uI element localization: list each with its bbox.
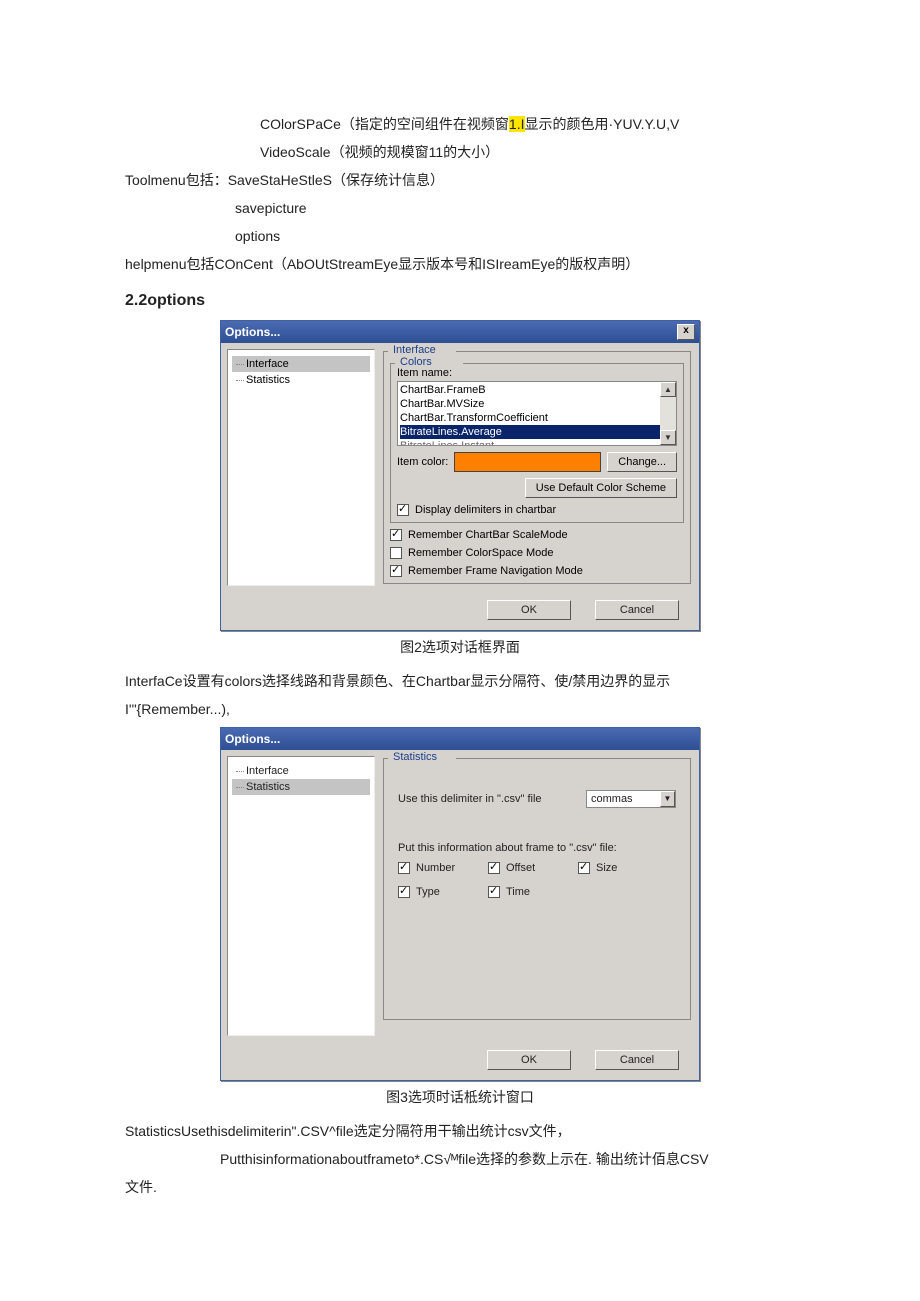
scrollbar[interactable]: ▲ ▼ (660, 382, 676, 445)
checkbox-label: Display delimiters in chartbar (415, 504, 556, 516)
checkbox-number[interactable] (398, 862, 410, 874)
highlight: 1.I (509, 116, 525, 132)
checkbox-label: Remember Frame Navigation Mode (408, 565, 583, 577)
list-item-selected[interactable]: BitrateLines.Average (400, 425, 676, 439)
dialog-titlebar[interactable]: Options... (221, 728, 699, 750)
label-put-info: Put this information about frame to ".cs… (398, 842, 676, 854)
group-legend-interface: Interface (390, 344, 439, 356)
group-legend-statistics: Statistics (390, 751, 440, 763)
label-csv-delimiter: Use this delimiter in ".csv" file (398, 793, 542, 805)
list-item[interactable]: ChartBar.TransformCoefficient (400, 411, 676, 425)
cancel-button[interactable]: Cancel (595, 1050, 679, 1070)
checkbox-label: Number (416, 862, 455, 874)
interface-pane: Interface Colors Item name: ChartBar.Fra… (381, 349, 693, 586)
close-button[interactable]: x (677, 324, 695, 340)
figure-caption: 图3选项时话柢统计窗口 (125, 1087, 795, 1107)
checkbox-type[interactable] (398, 886, 410, 898)
section-heading: 2.2options (125, 292, 795, 310)
tree-node-interface[interactable]: Interface (232, 763, 370, 779)
text-line: savepicture (125, 194, 795, 222)
color-swatch (454, 452, 601, 472)
options-tree[interactable]: Interface Statistics (227, 349, 375, 586)
list-item[interactable]: BitrateLines.Instant (400, 439, 676, 446)
text: COlorSPaCe（指定的空间组件在视频窗 (260, 116, 509, 132)
scroll-down-button[interactable]: ▼ (660, 430, 676, 445)
text-line: InterfaCe设置有colors选择线路和背景颜色、在Chartbar显示分… (125, 667, 795, 695)
ok-button[interactable]: OK (487, 1050, 571, 1070)
list-item[interactable]: ChartBar.MVSize (400, 397, 676, 411)
document-page: COlorSPaCe（指定的空间组件在视频窗1.I显示的颜色用·YUV.Y.U,… (0, 0, 920, 1281)
cancel-button[interactable]: Cancel (595, 600, 679, 620)
text-line: StatisticsUsethisdelimiterin".CSV^file选定… (125, 1117, 795, 1145)
text: 显示的颜色用·YUV.Y.U,V (525, 116, 680, 132)
figure-caption: 图2选项对话框界面 (125, 637, 795, 657)
default-color-button[interactable]: Use Default Color Scheme (525, 478, 677, 498)
text-line: COlorSPaCe（指定的空间组件在视频窗1.I显示的颜色用·YUV.Y.U,… (125, 110, 795, 138)
dialog-title: Options... (225, 732, 280, 746)
tree-node-statistics[interactable]: Statistics (232, 372, 370, 388)
text-line: VideoScale（视频的规模窗11的大小） (125, 138, 795, 166)
checkbox-offset[interactable] (488, 862, 500, 874)
scroll-up-button[interactable]: ▲ (660, 382, 676, 397)
checkbox-remember-colorspace[interactable] (390, 547, 402, 559)
text-line: I'"{Remember...), (125, 695, 795, 723)
checkbox-time[interactable] (488, 886, 500, 898)
delimiter-combobox[interactable]: commas ▼ (586, 790, 676, 808)
label-item-color: Item color: (397, 456, 448, 468)
dialog-titlebar[interactable]: Options... x (221, 321, 699, 343)
label-item-name: Item name: (397, 367, 677, 379)
dialog-title: Options... (225, 325, 280, 339)
options-tree[interactable]: Interface Statistics (227, 756, 375, 1036)
change-color-button[interactable]: Change... (607, 452, 677, 472)
text-line: options (125, 222, 795, 250)
statistics-pane: Statistics Use this delimiter in ".csv" … (381, 756, 693, 1036)
list-item[interactable]: ChartBar.FrameB (400, 383, 676, 397)
checkbox-size[interactable] (578, 862, 590, 874)
options-dialog-statistics: Options... Interface Statistics Statisti… (220, 727, 700, 1081)
checkbox-display-delimiters[interactable] (397, 504, 409, 516)
checkbox-label: Type (416, 886, 440, 898)
checkbox-label: Time (506, 886, 530, 898)
checkbox-label: Remember ColorSpace Mode (408, 547, 554, 559)
text-line: helpmenu包括COnCent（AbOUtStreamEye显示版本号和IS… (125, 250, 795, 278)
text-line: Toolmenu包括：SaveStaHeStleS（保存统计信息） (125, 166, 795, 194)
text-line: Putthisinformationaboutframeto*.CS√ᴹfile… (125, 1145, 795, 1173)
tree-node-statistics[interactable]: Statistics (232, 779, 370, 795)
checkbox-remember-navigation[interactable] (390, 565, 402, 577)
text-line: 文件. (125, 1173, 795, 1201)
options-dialog-interface: Options... x Interface Statistics Interf… (220, 320, 700, 631)
group-legend-colors: Colors (397, 356, 435, 368)
item-name-listbox[interactable]: ChartBar.FrameB ChartBar.MVSize ChartBar… (397, 381, 677, 446)
ok-button[interactable]: OK (487, 600, 571, 620)
tree-node-interface[interactable]: Interface (232, 356, 370, 372)
combobox-value: commas (591, 793, 633, 805)
checkbox-label: Offset (506, 862, 535, 874)
checkbox-label: Remember ChartBar ScaleMode (408, 529, 568, 541)
checkbox-remember-scalemode[interactable] (390, 529, 402, 541)
dropdown-button[interactable]: ▼ (660, 791, 675, 807)
checkbox-label: Size (596, 862, 617, 874)
